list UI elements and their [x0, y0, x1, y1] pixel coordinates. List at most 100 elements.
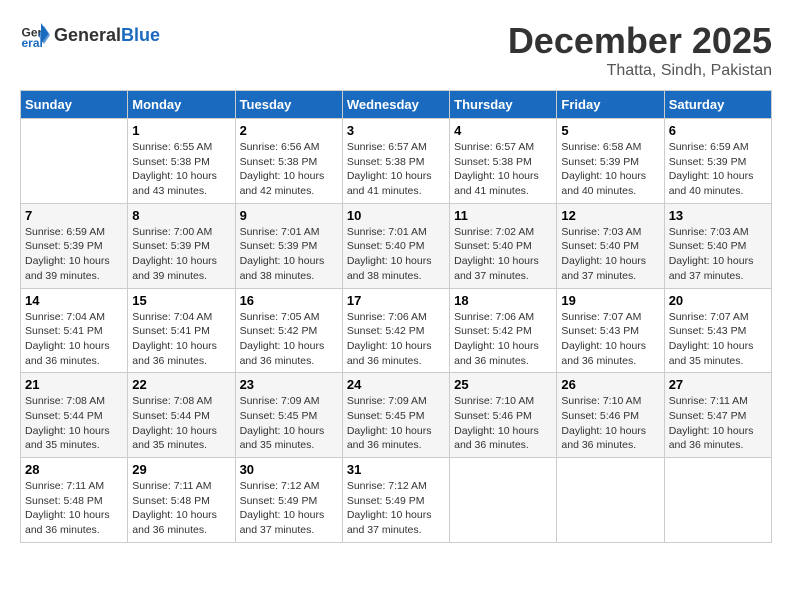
- location-title: Thatta, Sindh, Pakistan: [508, 62, 772, 80]
- day-info: Sunrise: 7:00 AM Sunset: 5:39 PM Dayligh…: [132, 225, 230, 284]
- day-number: 17: [347, 293, 445, 308]
- day-number: 24: [347, 377, 445, 392]
- day-info: Sunrise: 7:09 AM Sunset: 5:45 PM Dayligh…: [240, 394, 338, 453]
- calendar-cell: [664, 458, 771, 543]
- week-row-3: 21 Sunrise: 7:08 AM Sunset: 5:44 PM Dayli…: [21, 373, 772, 458]
- day-number: 29: [132, 462, 230, 477]
- calendar-cell: 18Sunrise: 7:06 AM Sunset: 5:42 PM Dayli…: [450, 288, 557, 373]
- day-number: 20: [669, 293, 767, 308]
- day-info: Sunrise: 7:11 AM Sunset: 5:47 PM Dayligh…: [669, 394, 767, 453]
- day-number: 15: [132, 293, 230, 308]
- calendar-cell: 20 Sunrise: 7:07 AM Sunset: 5:43 PM Dayli…: [664, 288, 771, 373]
- logo: Gen eral General Blue: [20, 20, 160, 50]
- month-title: December 2025: [508, 20, 772, 62]
- calendar-cell: 10 Sunrise: 7:01 AM Sunset: 5:40 PM Dayli…: [342, 203, 449, 288]
- logo-general: General: [54, 25, 121, 46]
- title-section: December 2025 Thatta, Sindh, Pakistan: [508, 20, 772, 80]
- day-info: Sunrise: 7:07 AM Sunset: 5:43 PM Dayligh…: [561, 310, 659, 369]
- calendar-cell: 7 Sunrise: 6:59 AM Sunset: 5:39 PM Daylig…: [21, 203, 128, 288]
- day-number: 18: [454, 293, 552, 308]
- week-row-0: 1 Sunrise: 6:55 AM Sunset: 5:38 PM Daylig…: [21, 119, 772, 204]
- day-info: Sunrise: 6:57 AM Sunset: 5:38 PM Dayligh…: [347, 140, 445, 199]
- day-info: Sunrise: 7:02 AM Sunset: 5:40 PM Dayligh…: [454, 225, 552, 284]
- day-info: Sunrise: 7:05 AM Sunset: 5:42 PM Dayligh…: [240, 310, 338, 369]
- day-info: Sunrise: 7:09 AM Sunset: 5:45 PM Dayligh…: [347, 394, 445, 453]
- day-number: 8: [132, 208, 230, 223]
- day-info: Sunrise: 7:10 AM Sunset: 5:46 PM Dayligh…: [454, 394, 552, 453]
- header-saturday: Saturday: [664, 91, 771, 119]
- calendar-cell: 27 Sunrise: 7:11 AM Sunset: 5:47 PM Dayli…: [664, 373, 771, 458]
- header-sunday: Sunday: [21, 91, 128, 119]
- page-header: Gen eral General Blue December 2025 That…: [20, 20, 772, 80]
- day-number: 21: [25, 377, 123, 392]
- day-info: Sunrise: 7:10 AM Sunset: 5:46 PM Dayligh…: [561, 394, 659, 453]
- day-info: Sunrise: 7:06 AM Sunset: 5:42 PM Dayligh…: [347, 310, 445, 369]
- day-number: 5: [561, 123, 659, 138]
- day-info: Sunrise: 7:12 AM Sunset: 5:49 PM Dayligh…: [240, 479, 338, 538]
- day-info: Sunrise: 7:04 AM Sunset: 5:41 PM Dayligh…: [25, 310, 123, 369]
- header-tuesday: Tuesday: [235, 91, 342, 119]
- week-row-1: 7 Sunrise: 6:59 AM Sunset: 5:39 PM Daylig…: [21, 203, 772, 288]
- svg-text:eral: eral: [22, 36, 43, 50]
- day-info: Sunrise: 7:08 AM Sunset: 5:44 PM Dayligh…: [25, 394, 123, 453]
- day-number: 14: [25, 293, 123, 308]
- calendar-cell: 9Sunrise: 7:01 AM Sunset: 5:39 PM Daylig…: [235, 203, 342, 288]
- day-number: 1: [132, 123, 230, 138]
- calendar-cell: 17 Sunrise: 7:06 AM Sunset: 5:42 PM Dayli…: [342, 288, 449, 373]
- calendar-cell: [557, 458, 664, 543]
- day-info: Sunrise: 6:58 AM Sunset: 5:39 PM Dayligh…: [561, 140, 659, 199]
- logo-blue: Blue: [121, 25, 160, 46]
- day-info: Sunrise: 7:11 AM Sunset: 5:48 PM Dayligh…: [132, 479, 230, 538]
- calendar-cell: 26 Sunrise: 7:10 AM Sunset: 5:46 PM Dayli…: [557, 373, 664, 458]
- day-number: 2: [240, 123, 338, 138]
- day-number: 26: [561, 377, 659, 392]
- day-number: 3: [347, 123, 445, 138]
- day-number: 12: [561, 208, 659, 223]
- day-number: 23: [240, 377, 338, 392]
- day-number: 27: [669, 377, 767, 392]
- calendar-cell: 23 Sunrise: 7:09 AM Sunset: 5:45 PM Dayli…: [235, 373, 342, 458]
- day-info: Sunrise: 7:01 AM Sunset: 5:39 PM Dayligh…: [240, 225, 338, 284]
- day-number: 13: [669, 208, 767, 223]
- calendar-cell: 24 Sunrise: 7:09 AM Sunset: 5:45 PM Dayli…: [342, 373, 449, 458]
- calendar-cell: 3 Sunrise: 6:57 AM Sunset: 5:38 PM Daylig…: [342, 119, 449, 204]
- day-number: 10: [347, 208, 445, 223]
- day-number: 19: [561, 293, 659, 308]
- calendar-table: SundayMondayTuesdayWednesdayThursdayFrid…: [20, 90, 772, 543]
- day-info: Sunrise: 6:57 AM Sunset: 5:38 PM Dayligh…: [454, 140, 552, 199]
- calendar-cell: 16 Sunrise: 7:05 AM Sunset: 5:42 PM Dayli…: [235, 288, 342, 373]
- calendar-cell: 14 Sunrise: 7:04 AM Sunset: 5:41 PM Dayli…: [21, 288, 128, 373]
- calendar-cell: 1 Sunrise: 6:55 AM Sunset: 5:38 PM Daylig…: [128, 119, 235, 204]
- day-info: Sunrise: 7:08 AM Sunset: 5:44 PM Dayligh…: [132, 394, 230, 453]
- day-number: 16: [240, 293, 338, 308]
- calendar-cell: 4 Sunrise: 6:57 AM Sunset: 5:38 PM Daylig…: [450, 119, 557, 204]
- day-number: 25: [454, 377, 552, 392]
- calendar-header-row: SundayMondayTuesdayWednesdayThursdayFrid…: [21, 91, 772, 119]
- day-info: Sunrise: 7:11 AM Sunset: 5:48 PM Dayligh…: [25, 479, 123, 538]
- day-number: 7: [25, 208, 123, 223]
- day-info: Sunrise: 6:55 AM Sunset: 5:38 PM Dayligh…: [132, 140, 230, 199]
- day-number: 6: [669, 123, 767, 138]
- day-info: Sunrise: 7:07 AM Sunset: 5:43 PM Dayligh…: [669, 310, 767, 369]
- calendar-cell: 19 Sunrise: 7:07 AM Sunset: 5:43 PM Dayli…: [557, 288, 664, 373]
- day-info: Sunrise: 7:12 AM Sunset: 5:49 PM Dayligh…: [347, 479, 445, 538]
- day-number: 28: [25, 462, 123, 477]
- calendar-cell: 13 Sunrise: 7:03 AM Sunset: 5:40 PM Dayli…: [664, 203, 771, 288]
- day-info: Sunrise: 7:03 AM Sunset: 5:40 PM Dayligh…: [561, 225, 659, 284]
- day-info: Sunrise: 7:01 AM Sunset: 5:40 PM Dayligh…: [347, 225, 445, 284]
- day-number: 30: [240, 462, 338, 477]
- day-number: 31: [347, 462, 445, 477]
- calendar-body: 1 Sunrise: 6:55 AM Sunset: 5:38 PM Daylig…: [21, 119, 772, 543]
- day-info: Sunrise: 6:59 AM Sunset: 5:39 PM Dayligh…: [25, 225, 123, 284]
- header-wednesday: Wednesday: [342, 91, 449, 119]
- calendar-cell: 2Sunrise: 6:56 AM Sunset: 5:38 PM Daylig…: [235, 119, 342, 204]
- calendar-cell: 21 Sunrise: 7:08 AM Sunset: 5:44 PM Dayli…: [21, 373, 128, 458]
- calendar-cell: 22Sunrise: 7:08 AM Sunset: 5:44 PM Dayli…: [128, 373, 235, 458]
- calendar-cell: [21, 119, 128, 204]
- day-number: 4: [454, 123, 552, 138]
- calendar-cell: 30 Sunrise: 7:12 AM Sunset: 5:49 PM Dayli…: [235, 458, 342, 543]
- calendar-cell: 25 Sunrise: 7:10 AM Sunset: 5:46 PM Dayli…: [450, 373, 557, 458]
- calendar-cell: 6Sunrise: 6:59 AM Sunset: 5:39 PM Daylig…: [664, 119, 771, 204]
- day-info: Sunrise: 7:03 AM Sunset: 5:40 PM Dayligh…: [669, 225, 767, 284]
- day-info: Sunrise: 7:04 AM Sunset: 5:41 PM Dayligh…: [132, 310, 230, 369]
